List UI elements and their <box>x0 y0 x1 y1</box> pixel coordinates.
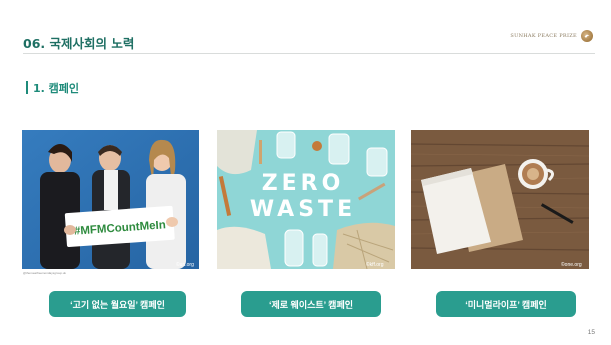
brand-name: SUNHAK PEACE PRIZE <box>510 33 577 39</box>
photo-credit: ©kff.org <box>366 262 384 268</box>
campaign-photo-zero-waste: ZERO WASTE <box>217 130 395 269</box>
zero-waste-campaign-button[interactable]: ‘제로 웨이스트’ 캠페인 <box>241 291 381 317</box>
title-divider <box>23 53 595 54</box>
section-title: 1. 캠페인 <box>33 82 80 95</box>
campaign-photo-minimal-life <box>411 130 589 269</box>
campaign-photo-meat-free-monday: #MFMCountMeIn <box>22 130 199 269</box>
minimal-life-campaign-button[interactable]: ‘미니멀라이프’ 캠페인 <box>436 291 576 317</box>
waste-text: WASTE <box>250 197 356 222</box>
brand: SUNHAK PEACE PRIZE <box>510 30 593 42</box>
photo-credit: ©un.org <box>176 262 194 268</box>
slide-title: 06. 국제사회의 노력 <box>23 36 135 51</box>
section-marker <box>26 81 28 94</box>
photo-credit: ©one.org <box>561 262 582 268</box>
meat-free-monday-campaign-button[interactable]: ‘고기 없는 월요일’ 캠페인 <box>49 291 186 317</box>
page-number: 15 <box>587 329 595 336</box>
brand-logo-icon <box>581 30 593 42</box>
zero-text: ZERO <box>262 171 345 196</box>
photo-source-credit: @themeatfreemondaysgroup.uk <box>23 271 66 275</box>
